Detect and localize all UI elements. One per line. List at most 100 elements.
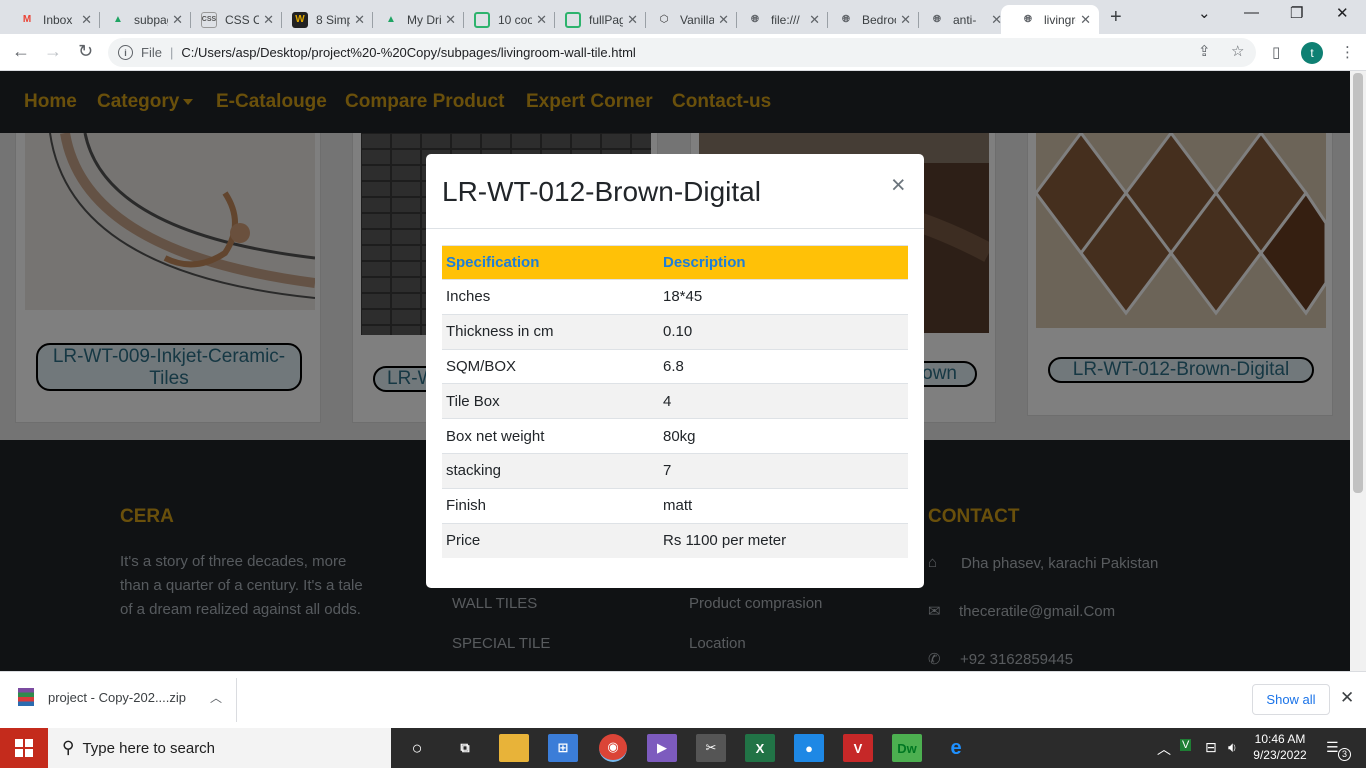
tab-title: Bedroom [862, 12, 896, 27]
close-tab-icon[interactable]: ✕ [987, 12, 1002, 28]
file-explorer-icon[interactable] [499, 734, 529, 762]
network-icon[interactable]: ⊟ [1205, 739, 1217, 756]
download-filename: project - Copy-202....zip [48, 689, 187, 705]
close-tab-icon[interactable]: ✕ [259, 12, 274, 28]
tab-title: file:/// [771, 12, 800, 27]
page-icon [474, 11, 490, 28]
tray-app-icon[interactable]: V [1180, 739, 1192, 751]
tab-title: My Drive [407, 12, 442, 27]
scheme-label: File [141, 45, 162, 60]
maximize-icon[interactable]: ❐ [1290, 4, 1303, 22]
tab-title: anti- [953, 12, 977, 27]
close-tab-icon[interactable]: ✕ [896, 12, 911, 28]
spec-name: Box net weight [442, 418, 659, 454]
minimize-icon[interactable]: — [1244, 4, 1259, 21]
visual-studio-icon[interactable]: ▶ [647, 734, 677, 762]
browser-tab[interactable]: ▲ My Drive✕ [364, 5, 464, 34]
close-window-icon[interactable]: ✕ [1336, 4, 1349, 22]
browser-tab[interactable]: fullPage✕ [546, 5, 646, 34]
download-item[interactable]: project - Copy-202....zip ︿ [18, 688, 222, 706]
browser-tab[interactable]: ▲ subpages - Google Drive✕ [91, 5, 191, 34]
spec-value: matt [659, 487, 908, 524]
vs-code-icon[interactable]: V [843, 734, 873, 762]
dreamweaver-icon[interactable]: Dw [892, 734, 922, 762]
browser-tab[interactable]: 🌐︎ file:/// ✕ [728, 5, 828, 34]
tab-search-icon[interactable]: ⌄ [1198, 4, 1211, 22]
store-icon[interactable]: ⊞ [548, 734, 578, 762]
globe-icon: 🌐︎ [933, 14, 941, 25]
code-icon: ⬡ [659, 14, 669, 25]
app-icon[interactable]: ● [794, 734, 824, 762]
drive-icon: ▲ [386, 14, 396, 25]
menu-kebab-icon[interactable]: ⋮ [1340, 43, 1355, 61]
tab-title: livingroom [1044, 12, 1076, 27]
browser-tab[interactable]: ⬡ Vanilla ✕ [637, 5, 737, 34]
download-divider [236, 678, 237, 722]
product-spec-modal: LR-WT-012-Brown-Digital × Specification … [426, 154, 924, 588]
close-tab-icon[interactable]: ✕ [714, 12, 729, 28]
task-view-icon[interactable]: ⧉ [450, 734, 480, 762]
taskbar-search[interactable]: ⚲ Type here to search [48, 728, 391, 768]
start-button[interactable] [0, 728, 48, 768]
close-tab-icon[interactable]: ✕ [623, 12, 638, 28]
spec-name: Thickness in cm [442, 313, 659, 350]
globe-icon: 🌐︎ [842, 14, 850, 25]
table-row: SQM/BOX 6.8 [442, 348, 908, 384]
page-scrollbar[interactable] [1350, 71, 1366, 671]
back-icon[interactable]: ← [12, 41, 30, 62]
tab-title: 8 Simple [316, 12, 351, 27]
tab-title: 10 cool [498, 12, 533, 27]
side-panel-icon[interactable]: ▯ [1272, 43, 1280, 61]
excel-icon[interactable]: X [745, 734, 775, 762]
close-tab-icon[interactable]: ✕ [532, 12, 547, 28]
chevron-up-icon[interactable]: ︿ [210, 689, 222, 706]
close-download-bar-icon[interactable]: ✕ [1340, 688, 1354, 708]
browser-tab[interactable]: M Inbox ✕ [0, 5, 100, 34]
browser-tab-active[interactable]: 🌐︎ livingroom✕ [1001, 5, 1099, 34]
spec-value: 0.10 [659, 313, 908, 350]
header-specification: Specification [442, 245, 659, 280]
close-tab-icon[interactable]: ✕ [168, 12, 183, 28]
close-tab-icon[interactable]: ✕ [350, 12, 365, 28]
spec-value: 6.8 [659, 348, 908, 384]
close-tab-icon[interactable]: ✕ [805, 12, 820, 28]
volume-icon[interactable]: 🔉︎ [1228, 739, 1237, 756]
url-text[interactable]: C:/Users/asp/Desktop/project%20-%20Copy/… [181, 45, 635, 60]
table-header-row: Specification Description [442, 245, 908, 280]
edge-icon[interactable]: e [941, 734, 971, 762]
browser-tab[interactable]: 10 cool✕ [455, 5, 555, 34]
close-tab-icon[interactable]: ✕ [77, 12, 92, 28]
forward-icon[interactable]: → [44, 41, 62, 62]
header-description: Description [659, 245, 908, 280]
address-bar[interactable]: i File | C:/Users/asp/Desktop/project%20… [108, 38, 1256, 67]
spec-name: Tile Box [442, 383, 659, 419]
modal-close-button[interactable]: × [891, 171, 906, 199]
scrollbar-thumb[interactable] [1353, 73, 1363, 493]
cortana-icon[interactable]: ○ [402, 734, 432, 762]
show-hidden-icons[interactable]: ︿ [1157, 739, 1171, 759]
spec-name: Price [442, 522, 659, 558]
new-tab-button[interactable]: + [1110, 6, 1122, 29]
close-tab-icon[interactable]: ✕ [441, 12, 456, 28]
taskbar-clock[interactable]: 10:46 AM 9/23/2022 [1248, 731, 1312, 763]
profile-avatar[interactable]: t [1301, 42, 1323, 64]
share-icon[interactable]: ⇪ [1198, 42, 1211, 60]
chrome-icon[interactable]: ◉ [599, 734, 627, 762]
page-viewport: Home Category E-Catalouge Compare Produc… [0, 71, 1350, 671]
separator: | [169, 45, 174, 60]
bookmark-star-icon[interactable]: ☆ [1231, 42, 1244, 60]
notification-icon[interactable]: ☰ [1326, 739, 1339, 756]
reload-icon[interactable]: ↻ [78, 41, 93, 62]
browser-tab[interactable]: W 8 Simple✕ [273, 5, 373, 34]
spec-name: SQM/BOX [442, 348, 659, 384]
browser-tab[interactable]: 🌐︎ anti- ✕ [910, 5, 1010, 34]
drive-icon: ▲ [113, 14, 123, 25]
show-all-button[interactable]: Show all [1252, 684, 1330, 715]
browser-tab-strip: MInbox✕ ▲subpages - Google Drive✕ CSSCSS… [0, 0, 1366, 34]
spec-value: 18*45 [659, 279, 908, 315]
tools-icon[interactable]: ✂ [696, 734, 726, 762]
browser-tab[interactable]: CSS CSS Cross✕ [182, 5, 282, 34]
site-info-icon[interactable]: i [118, 45, 133, 60]
browser-tab[interactable]: 🌐︎ Bedroom✕ [819, 5, 919, 34]
close-tab-icon[interactable]: ✕ [1076, 12, 1091, 28]
